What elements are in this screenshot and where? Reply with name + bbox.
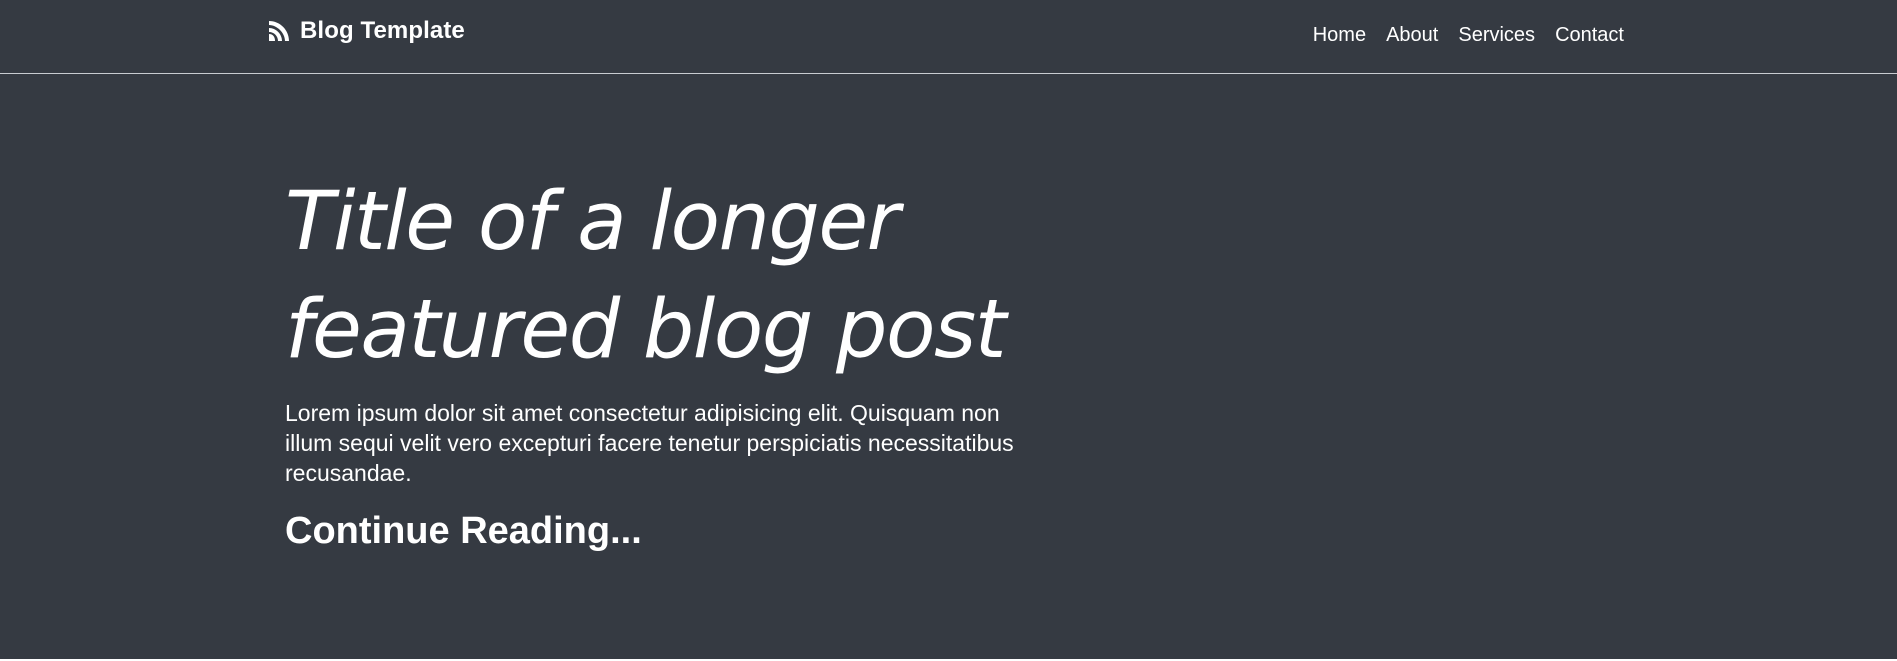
nav-home-link[interactable]: Home (1303, 20, 1376, 50)
nav-links: Home About Services Contact (1303, 20, 1624, 50)
featured-post-title: Title of a longer featured blog post (285, 175, 1006, 377)
rss-icon (266, 18, 292, 44)
brand-link[interactable]: Blog Template (266, 14, 465, 48)
nav-contact-link[interactable]: Contact (1545, 20, 1624, 50)
brand-title: Blog Template (300, 17, 465, 44)
navbar: Blog Template Home About Services Contac… (0, 0, 1897, 74)
hero-section: Blog Template Home About Services Contac… (0, 0, 1897, 659)
featured-post: Title of a longer featured blog post Lor… (285, 168, 1065, 553)
nav-about-link[interactable]: About (1376, 20, 1448, 50)
continue-reading-link[interactable]: Continue Reading... (285, 510, 642, 553)
featured-post-lead: Lorem ipsum dolor sit amet consectetur a… (285, 400, 1014, 486)
nav-services-link[interactable]: Services (1448, 20, 1545, 50)
